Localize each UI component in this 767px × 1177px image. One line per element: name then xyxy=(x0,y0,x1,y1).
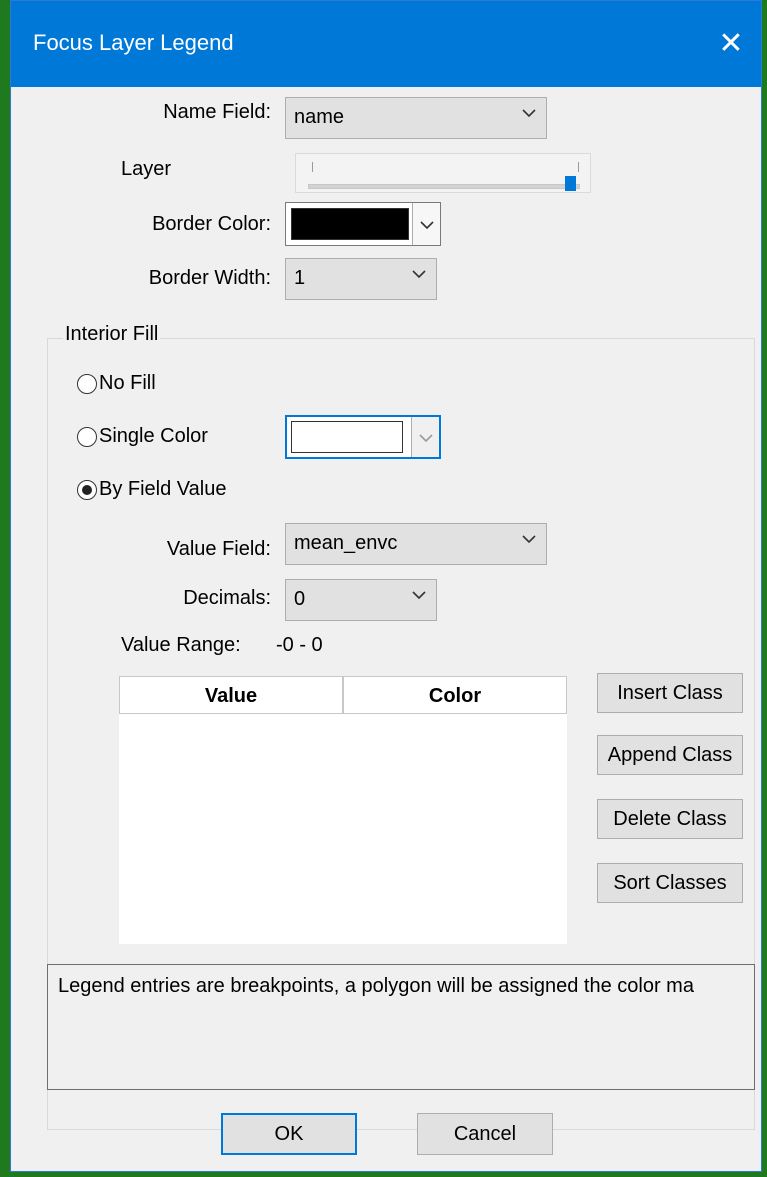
insert-class-button[interactable]: Insert Class xyxy=(597,673,743,713)
layer-label: Layer xyxy=(121,158,172,180)
slider-tick-max xyxy=(578,162,579,172)
info-text-box[interactable]: Legend entries are breakpoints, a polygo… xyxy=(47,964,755,1090)
value-range-value: -0 - 0 xyxy=(276,634,323,656)
focus-layer-legend-dialog: Focus Layer Legend ✕ Name Field: name La… xyxy=(10,0,762,1172)
border-color-swatch xyxy=(291,208,409,240)
dialog-title: Focus Layer Legend xyxy=(33,30,234,55)
decimals-value: 0 xyxy=(294,588,306,610)
color-column-header[interactable]: Color xyxy=(343,676,567,714)
value-field-select[interactable]: mean_envc xyxy=(285,523,547,565)
title-bar: Focus Layer Legend ✕ xyxy=(11,1,761,87)
append-class-button[interactable]: Append Class xyxy=(597,735,743,775)
border-color-dropdown[interactable] xyxy=(412,203,440,245)
by-field-value-label: By Field Value xyxy=(99,478,227,500)
single-color-swatch xyxy=(291,421,403,453)
single-color-radio[interactable] xyxy=(77,427,97,447)
info-text: Legend entries are breakpoints, a polygo… xyxy=(58,975,694,997)
chevron-down-icon xyxy=(419,434,433,443)
border-width-select[interactable]: 1 xyxy=(285,258,437,300)
no-fill-radio[interactable] xyxy=(77,374,97,394)
single-color-label: Single Color xyxy=(99,425,208,447)
border-color-picker[interactable] xyxy=(285,202,441,246)
decimals-label: Decimals: xyxy=(183,587,271,609)
radio-selected-dot xyxy=(82,485,92,495)
chevron-down-icon xyxy=(412,591,426,600)
slider-tick-min xyxy=(312,162,313,172)
class-table[interactable]: Value Color xyxy=(119,676,567,944)
sort-classes-button[interactable]: Sort Classes xyxy=(597,863,743,903)
single-color-picker[interactable] xyxy=(285,415,441,459)
border-width-value: 1 xyxy=(294,267,306,289)
border-width-label: Border Width: xyxy=(148,267,271,289)
by-field-value-radio[interactable] xyxy=(77,480,97,500)
slider-thumb[interactable] xyxy=(565,176,576,191)
name-field-value: name xyxy=(294,106,345,128)
chevron-down-icon xyxy=(522,535,536,544)
single-color-dropdown[interactable] xyxy=(411,417,439,457)
name-field-select[interactable]: name xyxy=(285,97,547,139)
decimals-select[interactable]: 0 xyxy=(285,579,437,621)
slider-track xyxy=(308,184,580,189)
no-fill-label: No Fill xyxy=(99,372,156,394)
interior-fill-label: Interior Fill xyxy=(63,323,161,346)
layer-slider[interactable] xyxy=(295,153,591,193)
value-field-label: Value Field: xyxy=(166,538,271,560)
name-field-label: Name Field: xyxy=(163,101,271,123)
chevron-down-icon xyxy=(412,270,426,279)
chevron-down-icon xyxy=(420,221,434,230)
border-color-label: Border Color: xyxy=(152,213,271,235)
value-column-header[interactable]: Value xyxy=(119,676,343,714)
ok-button[interactable]: OK xyxy=(221,1113,357,1155)
chevron-down-icon xyxy=(522,109,536,118)
cancel-button[interactable]: Cancel xyxy=(417,1113,553,1155)
delete-class-button[interactable]: Delete Class xyxy=(597,799,743,839)
close-icon[interactable]: ✕ xyxy=(701,15,761,73)
value-range-label: Value Range: xyxy=(121,634,241,656)
value-field-value: mean_envc xyxy=(294,532,398,554)
